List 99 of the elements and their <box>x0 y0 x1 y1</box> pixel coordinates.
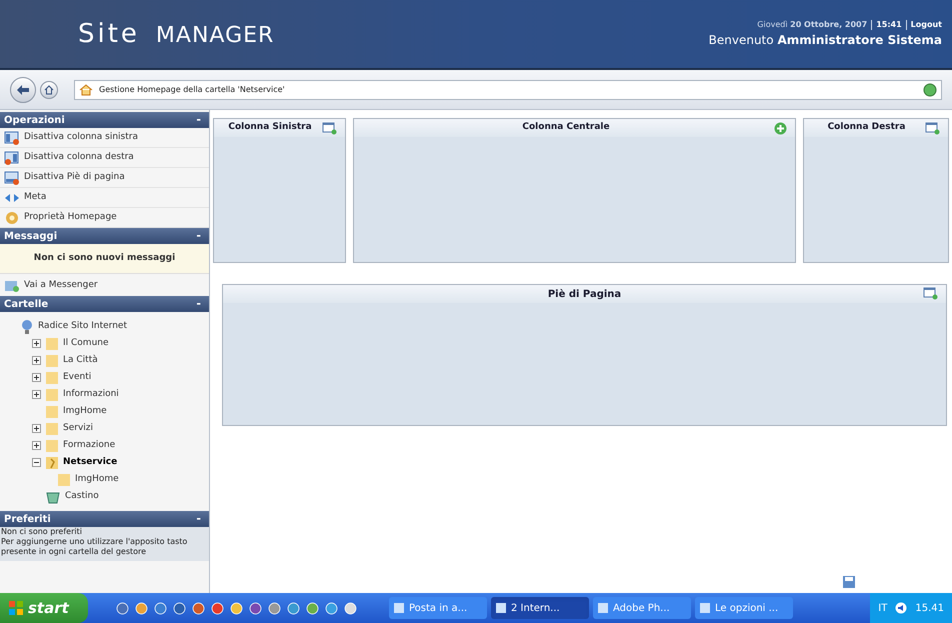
collapse-toggle[interactable]: - <box>196 510 205 528</box>
taskbar-task[interactable]: Posta in a... <box>389 597 487 619</box>
menu-item[interactable]: Disattiva colonna destra <box>0 148 209 168</box>
tree-item[interactable]: ImgHome <box>63 404 107 418</box>
section-title: Preferiti <box>4 512 51 526</box>
collapse-toggle[interactable]: - <box>196 228 205 244</box>
collapse-icon[interactable] <box>32 458 41 467</box>
add-icon[interactable] <box>774 122 787 134</box>
tree-item[interactable]: Informazioni <box>63 388 119 402</box>
tree-item[interactable]: Eventi <box>63 370 92 384</box>
layout-icon <box>4 150 20 166</box>
tree-item[interactable]: Netservice <box>63 456 118 470</box>
section-title: Operazioni <box>4 114 65 128</box>
quick-launch-icon[interactable] <box>325 602 338 614</box>
tree-item[interactable]: Radice Sito Internet <box>38 320 127 334</box>
tree-item[interactable]: Formazione <box>63 438 116 452</box>
home-icon <box>44 84 54 94</box>
tree-item[interactable]: ImgHome <box>75 472 119 486</box>
taskbar-task[interactable]: 2 Intern... <box>491 597 589 619</box>
quick-launch-icon[interactable] <box>154 602 167 614</box>
expand-icon[interactable] <box>32 339 41 348</box>
quick-launch-icon[interactable] <box>249 602 262 614</box>
breadcrumb-text: Gestione Homepage della cartella 'Netservice' <box>99 84 285 96</box>
app-icon <box>597 602 609 614</box>
collapse-toggle[interactable]: - <box>196 296 205 312</box>
column-title: Colonna Destra <box>826 121 906 134</box>
favorites-text: Non ci sono preferiti Per aggiungerne uno utilizzare l'apposito tasto presente in ogni cartella del gestore <box>0 527 209 561</box>
quick-launch-icon[interactable] <box>287 602 300 614</box>
menu-item[interactable]: Meta <box>0 188 209 208</box>
separator <box>871 20 872 30</box>
collapse-toggle[interactable]: - <box>196 112 205 128</box>
separator <box>906 20 907 30</box>
section-header[interactable]: Operazioni - <box>0 112 209 128</box>
folder-icon <box>45 438 59 452</box>
clock: 15.41 <box>915 602 944 616</box>
tree-item[interactable]: Servizi <box>63 422 94 436</box>
date-text: Giovedì 20 Ottobre, 2007 <box>757 19 868 31</box>
logo-text: MANAGER <box>156 22 274 50</box>
expand-icon[interactable] <box>32 356 41 365</box>
layout-icon <box>4 130 20 146</box>
folder-icon <box>45 456 59 470</box>
save-icon[interactable] <box>842 575 856 589</box>
back-button[interactable] <box>10 76 36 102</box>
quick-launch-icon[interactable] <box>192 602 205 614</box>
quick-launch-icon[interactable] <box>135 602 148 614</box>
folder-icon <box>57 472 71 486</box>
welcome-text: Benvenuto Amministratore Sistema <box>708 32 942 49</box>
column-title: Colonna Centrale <box>521 121 611 134</box>
folder-icon <box>45 370 59 384</box>
expand-icon[interactable] <box>32 373 41 382</box>
section-header[interactable]: Messaggi - <box>0 228 209 244</box>
layout-icon <box>4 170 20 186</box>
home-icon <box>79 84 95 96</box>
quick-launch-icon[interactable] <box>116 602 129 614</box>
add-window-icon[interactable] <box>923 287 938 300</box>
logout-link[interactable]: Logout <box>910 19 942 31</box>
tree-item[interactable]: Castino <box>65 490 99 504</box>
quick-launch-icon[interactable] <box>344 602 357 614</box>
windows-logo-icon <box>8 600 24 616</box>
column-title: Colonna Sinistra <box>227 121 313 134</box>
taskbar-task[interactable]: Adobe Ph... <box>593 597 691 619</box>
quick-launch-icon[interactable] <box>173 602 186 614</box>
folder-icon <box>45 388 59 402</box>
app-icon <box>393 602 405 614</box>
folder-icon <box>45 404 59 418</box>
tree-item[interactable]: La Città <box>63 354 98 368</box>
messenger-icon <box>4 279 20 293</box>
section-header[interactable]: Preferiti - <box>0 511 209 527</box>
go-icon[interactable] <box>923 82 937 96</box>
menu-item[interactable]: Disattiva Piè di pagina <box>0 168 209 188</box>
quick-launch-icon[interactable] <box>268 602 281 614</box>
section-title: Messaggi <box>4 230 58 244</box>
app-icon <box>495 602 507 614</box>
expand-icon[interactable] <box>32 441 41 450</box>
messenger-link[interactable]: Vai a Messenger <box>0 276 209 296</box>
folder-icon <box>45 354 59 368</box>
trash-icon <box>45 490 61 504</box>
quick-launch-icon[interactable] <box>211 602 224 614</box>
quick-launch-icon[interactable] <box>306 602 319 614</box>
folder-icon <box>45 336 59 350</box>
app-icon <box>699 602 711 614</box>
taskbar-task[interactable]: Le opzioni ... <box>695 597 793 619</box>
footer-title: Piè di Pagina <box>548 288 622 302</box>
add-window-icon[interactable] <box>925 122 940 134</box>
folder-icon <box>45 422 59 436</box>
section-title: Cartelle <box>4 298 48 312</box>
add-window-icon[interactable] <box>322 122 337 134</box>
home-button[interactable] <box>40 80 58 98</box>
back-arrow-icon <box>16 84 30 96</box>
speaker-icon[interactable] <box>895 602 908 614</box>
expand-icon[interactable] <box>32 390 41 399</box>
menu-item[interactable]: Disattiva colonna sinistra <box>0 128 209 148</box>
expand-icon[interactable] <box>32 424 41 433</box>
messages-notice: Non ci sono nuovi messaggi <box>0 244 209 274</box>
time-text: 15:41 <box>876 19 902 31</box>
logo-text: Site <box>78 18 140 50</box>
section-header[interactable]: Cartelle - <box>0 296 209 312</box>
quick-launch-icon[interactable] <box>230 602 243 614</box>
tree-item[interactable]: Il Comune <box>63 336 109 350</box>
